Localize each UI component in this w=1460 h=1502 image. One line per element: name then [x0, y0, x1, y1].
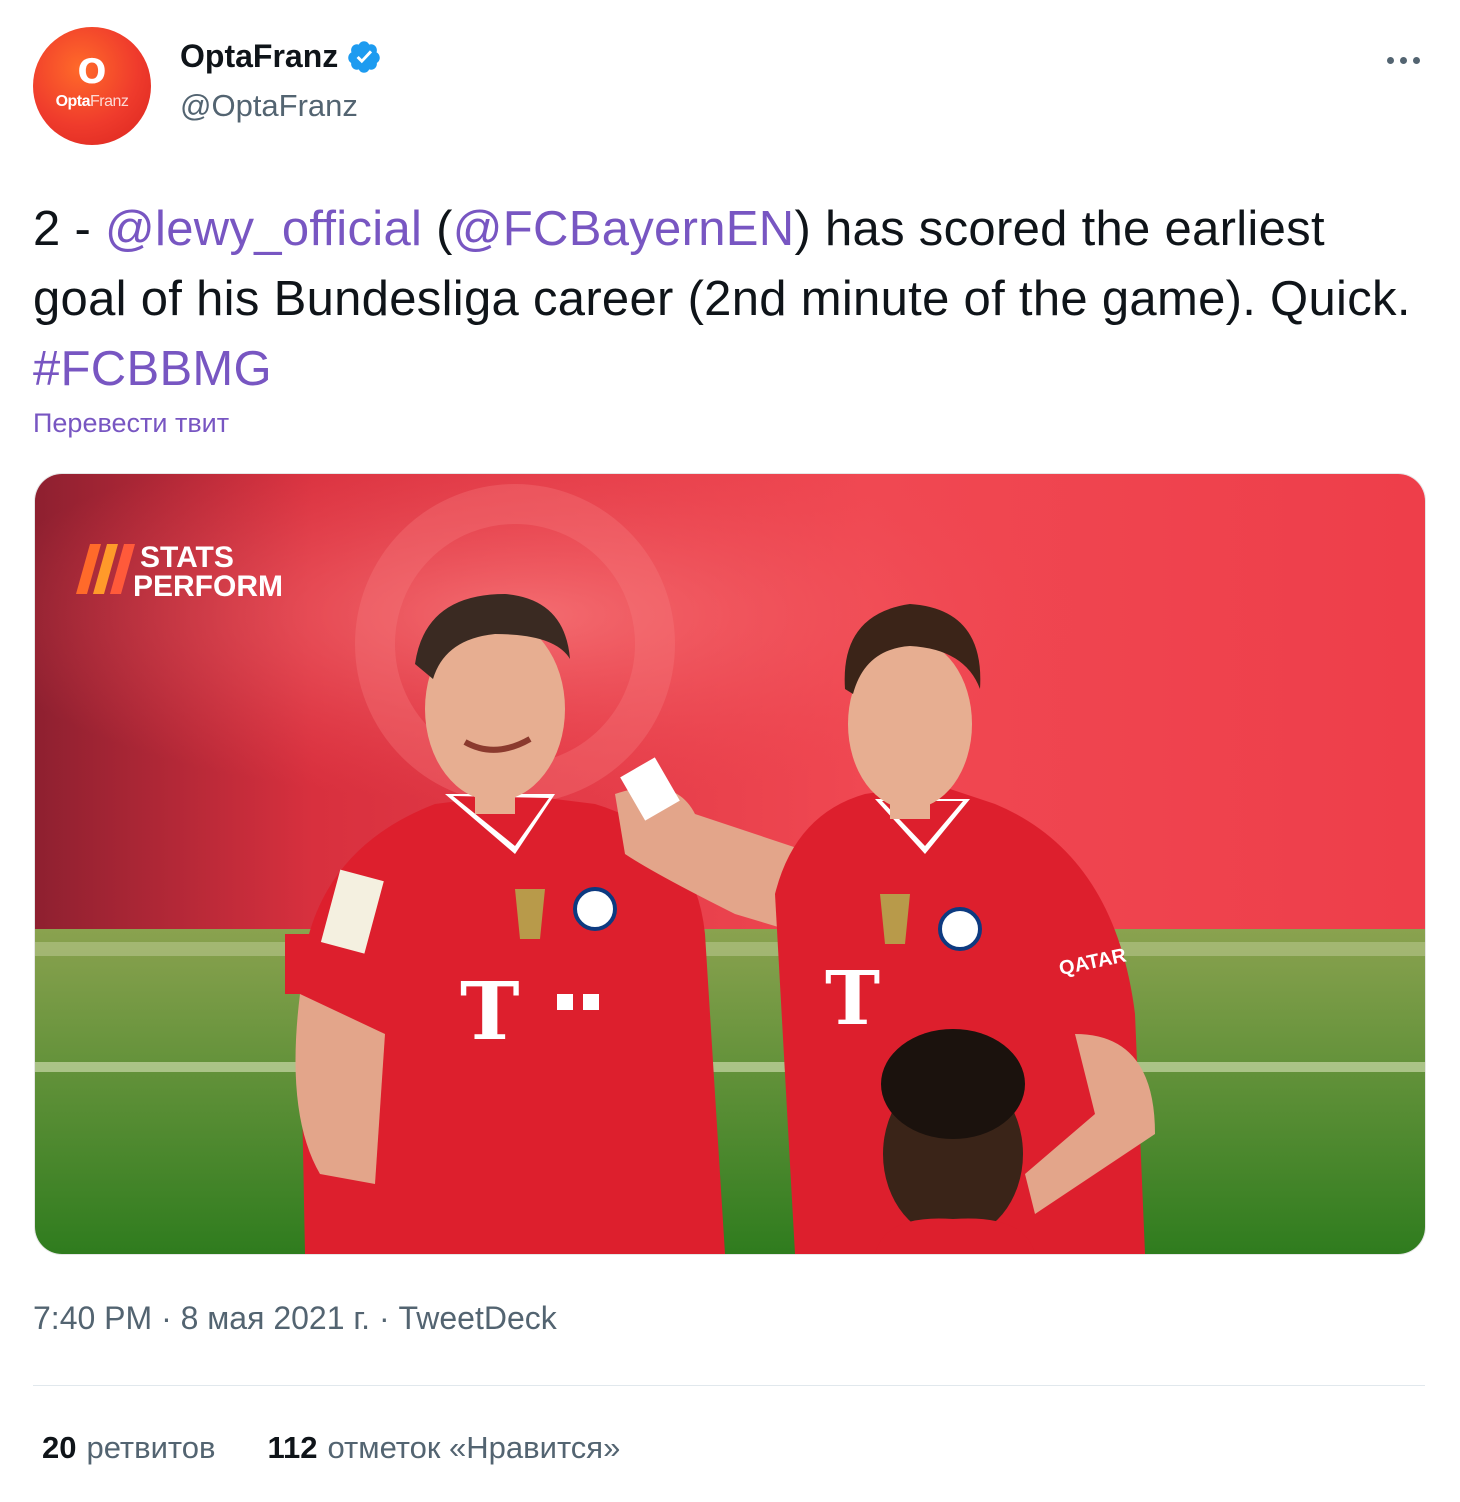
author-name-row: OptaFranz	[180, 38, 382, 75]
mention-link[interactable]: @FCBayernEN	[453, 202, 795, 256]
author-display-name[interactable]: OptaFranz	[180, 38, 338, 75]
tweet-photo[interactable]: STATS PERFORM T T QATAR	[34, 473, 1426, 1255]
likes-stat[interactable]: 112 отметок «Нравится»	[267, 1430, 620, 1466]
hashtag-link[interactable]: #FCBBMG	[33, 342, 272, 396]
tweet-text-paren: (	[422, 202, 453, 256]
more-dot-icon	[1386, 56, 1394, 64]
more-dot-icon	[1412, 56, 1420, 64]
watermark-line2: PERFORM	[133, 570, 283, 603]
svg-text:T: T	[460, 964, 520, 1058]
tweet-stats: 20 ретвитов 112 отметок «Нравится»	[42, 1430, 672, 1466]
more-options-button[interactable]	[1378, 40, 1428, 80]
more-dot-icon	[1399, 56, 1407, 64]
tweet-text: 2 - @lewy_official (@FCBayernEN) has sco…	[33, 194, 1413, 404]
avatar-wordmark: OptaFranz	[55, 93, 129, 110]
likes-count: 112	[267, 1430, 318, 1465]
tweet-timestamp[interactable]: 7:40 PM · 8 мая 2021 г. · TweetDeck	[33, 1300, 557, 1337]
tweet-text-prefix: 2 -	[33, 202, 105, 256]
verified-badge-icon	[348, 40, 380, 73]
author-handle[interactable]: @OptaFranz	[180, 88, 358, 124]
retweets-count: 20	[42, 1430, 77, 1465]
translate-tweet-link[interactable]: Перевести твит	[33, 408, 229, 439]
photo-illustration: STATS PERFORM T T QATAR	[35, 474, 1425, 1254]
svg-text:T: T	[825, 956, 880, 1042]
avatar[interactable]: O OptaFranz	[33, 27, 151, 145]
mention-link[interactable]: @lewy_official	[105, 202, 422, 256]
divider	[33, 1385, 1425, 1386]
opta-logo-icon: O	[77, 52, 107, 92]
likes-label: отметок «Нравится»	[327, 1430, 621, 1465]
retweets-label: ретвитов	[86, 1430, 216, 1465]
retweets-stat[interactable]: 20 ретвитов	[42, 1430, 215, 1466]
